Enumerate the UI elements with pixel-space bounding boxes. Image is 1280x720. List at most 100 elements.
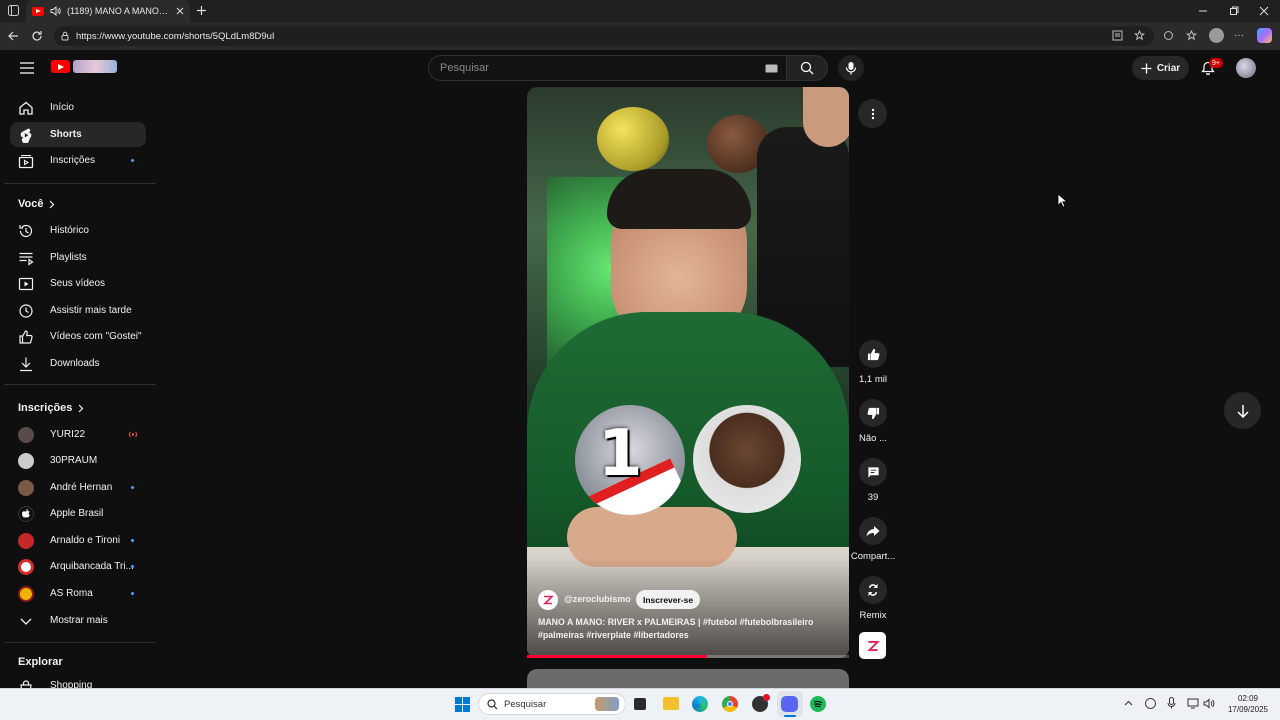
reader-mode-icon[interactable] xyxy=(1112,30,1123,41)
app-icon[interactable] xyxy=(752,694,770,712)
create-button[interactable]: Criar xyxy=(1132,56,1189,80)
search-button[interactable] xyxy=(786,55,828,81)
restore-icon[interactable] xyxy=(1229,6,1239,16)
sidebar-item-assistir-mais-tarde[interactable]: Assistir mais tarde xyxy=(10,298,146,323)
minimize-icon[interactable] xyxy=(1198,6,1208,16)
profile-icon[interactable] xyxy=(1209,28,1224,43)
sidebar-item-shorts[interactable]: Shorts xyxy=(10,122,146,147)
browser-tab[interactable]: (1189) MANO A MANO: RIVER x PALMEIRAS xyxy=(26,0,190,22)
close-window-icon[interactable] xyxy=(1259,6,1269,16)
copilot-icon[interactable] xyxy=(1257,28,1272,43)
tab-actions-icon[interactable] xyxy=(8,5,19,16)
show-more-button[interactable]: Mostrar mais xyxy=(10,608,146,633)
extensions-icon[interactable] xyxy=(1163,30,1174,41)
section-voce[interactable]: Você xyxy=(18,198,55,210)
volume-icon[interactable] xyxy=(1203,698,1215,709)
sidebar-item-inscricoes[interactable]: Inscrições xyxy=(10,148,146,173)
address-bar[interactable]: https://www.youtube.com/shorts/5QLdLm8D9… xyxy=(54,26,1154,46)
share-label: Compart... xyxy=(850,551,896,562)
new-content-dot xyxy=(131,592,134,595)
back-icon[interactable] xyxy=(7,30,19,42)
network-icon[interactable] xyxy=(1187,698,1199,709)
show-hidden-icons[interactable] xyxy=(1124,700,1133,706)
subscription-andre-hernan[interactable]: André Hernan xyxy=(10,475,146,500)
like-button[interactable]: 1,1 mil xyxy=(852,340,894,385)
file-explorer-icon[interactable] xyxy=(663,697,679,710)
new-tab-icon[interactable] xyxy=(196,5,207,16)
football-ball xyxy=(597,107,669,171)
search-icon xyxy=(487,699,498,710)
subscription-apple-brasil[interactable]: Apple Brasil xyxy=(10,501,146,526)
share-button[interactable]: Compart... xyxy=(850,517,896,562)
subscription-yuri22[interactable]: YURI22 xyxy=(10,422,146,447)
sidebar-item-playlists[interactable]: Playlists xyxy=(10,245,146,270)
remix-button[interactable]: Remix xyxy=(852,576,894,621)
tray-app-icon[interactable] xyxy=(1145,698,1156,709)
tab-close-icon[interactable] xyxy=(176,7,184,15)
sidebar-item-shopping[interactable]: Shopping xyxy=(10,674,146,688)
section-title-inscricoes: Inscrições xyxy=(18,402,73,414)
next-short-preview[interactable] xyxy=(527,669,849,689)
subscription-arquibancada-tri[interactable]: Arquibancada Tri... xyxy=(10,554,146,579)
new-content-dot xyxy=(131,539,134,542)
taskbar-clock[interactable]: 02:09 17/09/2025 xyxy=(1222,693,1274,715)
more-options-button[interactable] xyxy=(858,99,887,128)
menu-icon[interactable] xyxy=(20,62,34,74)
channel-logo-icon[interactable] xyxy=(538,590,558,610)
youtube-logo[interactable] xyxy=(51,60,117,73)
browser-tab-bar xyxy=(0,0,1280,22)
subscription-label: AS Roma xyxy=(50,588,93,599)
subscription-arnaldo-e-tironi[interactable]: Arnaldo e Tironi xyxy=(10,528,146,553)
favorite-star-icon[interactable] xyxy=(1134,30,1145,41)
tab-title: (1189) MANO A MANO: RIVER x PALMEIRAS xyxy=(67,6,170,16)
windows-start-icon[interactable] xyxy=(455,697,470,712)
person-background-face xyxy=(803,87,849,147)
subscribe-button[interactable]: Inscrever-se xyxy=(636,590,701,609)
sound-source-button[interactable] xyxy=(859,632,886,659)
task-view-icon[interactable] xyxy=(634,698,646,710)
spotify-icon[interactable] xyxy=(810,696,826,712)
account-avatar[interactable] xyxy=(1236,58,1256,78)
tray-microphone-icon[interactable] xyxy=(1167,697,1176,709)
show-more-label: Mostrar mais xyxy=(50,615,108,626)
speaker-icon[interactable] xyxy=(50,6,61,16)
edge-icon[interactable] xyxy=(692,696,708,712)
more-menu-icon[interactable]: ··· xyxy=(1234,30,1244,41)
comments-button[interactable]: 39 xyxy=(852,458,894,503)
subscription-as-roma[interactable]: AS Roma xyxy=(10,581,146,606)
sidebar-item-historico[interactable]: Histórico xyxy=(10,218,146,243)
overlay-number: 1 xyxy=(598,417,643,491)
search-icon xyxy=(800,61,814,75)
next-short-button[interactable] xyxy=(1224,392,1261,429)
site-info-icon[interactable] xyxy=(60,31,70,41)
favorites-icon[interactable] xyxy=(1186,30,1197,41)
chrome-icon[interactable] xyxy=(722,696,738,712)
taskbar-search-placeholder: Pesquisar xyxy=(504,698,547,710)
sidebar-item-label: Seus vídeos xyxy=(50,278,106,289)
sidebar-item-label: Início xyxy=(50,102,74,113)
sidebar-item-inicio[interactable]: Início xyxy=(10,95,146,120)
section-explorar: Explorar xyxy=(18,656,63,668)
subscription-label: YURI22 xyxy=(50,429,86,440)
section-inscricoes[interactable]: Inscrições xyxy=(18,402,84,414)
reload-icon[interactable] xyxy=(31,30,43,42)
shorts-icon xyxy=(20,128,32,143)
keyboard-icon[interactable] xyxy=(765,64,778,73)
sidebar-item-label: Downloads xyxy=(50,358,100,369)
thumbs-up-icon xyxy=(867,348,879,360)
sidebar-item-videos-gostei[interactable]: Vídeos com "Gostei" xyxy=(10,324,146,349)
subscription-30praum[interactable]: 30PRAUM xyxy=(10,448,146,473)
voice-search-button[interactable] xyxy=(838,55,864,81)
discord-icon[interactable] xyxy=(781,696,798,712)
channel-name[interactable]: @zeroclubismo xyxy=(564,594,631,604)
sidebar-item-seus-videos[interactable]: Seus vídeos xyxy=(10,271,146,296)
search-highlight-icon xyxy=(595,697,619,711)
sidebar-item-label: Inscrições xyxy=(50,155,96,166)
sidebar-item-downloads[interactable]: Downloads xyxy=(10,351,146,376)
search-input[interactable]: Pesquisar xyxy=(428,55,788,81)
dislike-button[interactable]: Não ... xyxy=(852,399,894,444)
share-icon xyxy=(866,526,880,537)
taskbar-search-input[interactable]: Pesquisar xyxy=(478,693,626,715)
short-video-player[interactable]: 1 xyxy=(527,87,849,658)
subscription-label: Arnaldo e Tironi xyxy=(50,535,121,546)
